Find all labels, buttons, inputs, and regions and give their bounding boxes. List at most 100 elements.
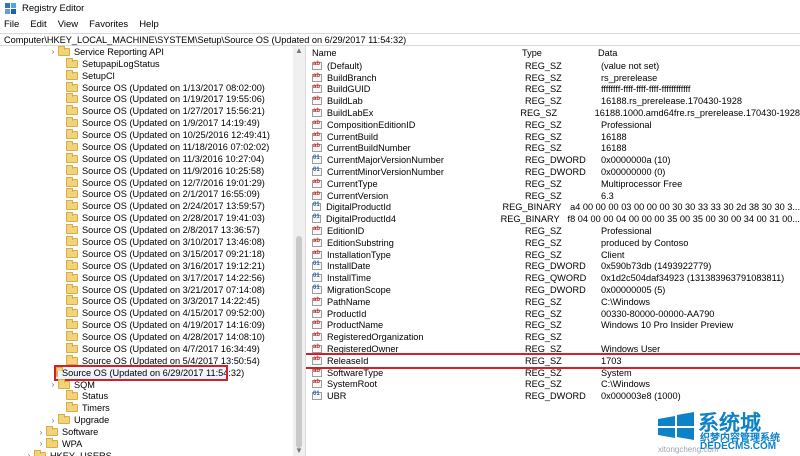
tree-item[interactable]: Source OS (Updated on 10/25/2016 12:49:4… — [56, 129, 270, 141]
value-row[interactable]: CurrentVersion REG_SZ 6.3 — [306, 190, 800, 202]
value-row[interactable]: UBR REG_DWORD 0x000003e8 (1000) — [306, 390, 800, 402]
address-bar[interactable]: Computer\HKEY_LOCAL_MACHINE\SYSTEM\Setup… — [0, 33, 800, 46]
value-row[interactable]: CurrentBuildNumber REG_SZ 16188 — [306, 143, 800, 155]
value-row[interactable]: ProductId REG_SZ 00330-80000-00000-AA790 — [306, 308, 800, 320]
expand-chevron-icon[interactable]: › — [48, 380, 58, 389]
value-row[interactable]: BuildGUID REG_SZ ffffffff-ffff-ffff-ffff-f… — [306, 84, 800, 96]
value-type: REG_DWORD — [525, 391, 586, 402]
column-name[interactable]: Name — [312, 46, 510, 60]
tree-item[interactable]: Source OS (Updated on 2/8/2017 13:36:57) — [56, 224, 260, 236]
scroll-up-icon[interactable]: ▲ — [295, 47, 303, 55]
folder-icon — [66, 307, 78, 318]
tree-item[interactable]: Status — [56, 390, 108, 403]
value-data: 0x00000005 (5) — [601, 285, 666, 296]
value-data: 6.3 — [601, 190, 614, 201]
string-value-icon — [312, 344, 322, 354]
expand-chevron-icon[interactable]: › — [36, 428, 46, 437]
tree-item[interactable]: › HKEY_USERS — [24, 449, 112, 456]
string-value-icon — [312, 250, 322, 259]
value-row[interactable]: CurrentType REG_SZ Multiprocessor Free — [306, 178, 800, 190]
tree-item[interactable]: SetupapiLogStatus — [56, 57, 160, 70]
scroll-down-icon[interactable]: ▼ — [295, 447, 303, 455]
tree-item-selected[interactable]: Source OS (Updated on 6/29/2017 11:54:32… — [54, 364, 244, 381]
tree-item[interactable]: Source OS (Updated on 1/9/2017 14:19:49) — [56, 117, 260, 129]
value-row[interactable]: CurrentBuild REG_SZ 16188 — [306, 131, 800, 143]
tree-item[interactable]: Source OS (Updated on 1/19/2017 19:55:06… — [56, 93, 265, 106]
tree-item-label: Service Reporting API — [74, 46, 164, 57]
expand-chevron-icon[interactable]: › — [36, 439, 46, 448]
tree-scrollbar[interactable]: ▲ ▼ — [293, 46, 305, 456]
menu-file[interactable]: File — [4, 19, 19, 30]
tree-item[interactable]: Source OS (Updated on 2/1/2017 16:55:09) — [56, 188, 260, 201]
watermark-logo: 系统城 织梦内容管理系统 DEDECMS.COM xitongcheng.com — [650, 405, 800, 456]
column-type[interactable]: Type — [522, 46, 598, 60]
value-row[interactable]: SystemRoot REG_SZ C:\Windows — [306, 379, 800, 391]
value-row[interactable]: BuildLab REG_SZ 16188.rs_prerelease.170430… — [306, 95, 800, 107]
tree-item[interactable]: Source OS (Updated on 3/16/2017 19:12:21… — [56, 259, 265, 272]
tree-item[interactable]: SetupCl — [56, 69, 115, 82]
tree-item[interactable]: Source OS (Updated on 11/9/2016 10:25:58… — [56, 164, 264, 177]
tree-item[interactable]: Source OS (Updated on 2/28/2017 19:41:03… — [56, 212, 265, 224]
value-type: REG_SZ — [525, 143, 562, 154]
value-row[interactable]: DigitalProductId4 REG_BINARY f8 04 00 00 0… — [306, 213, 800, 225]
menu-edit[interactable]: Edit — [30, 19, 46, 30]
value-row[interactable]: DigitalProductId REG_BINARY a4 00 00 00 03… — [306, 202, 800, 214]
value-row-highlighted[interactable]: ReleaseId REG_SZ 1703 — [306, 353, 800, 369]
tree-item[interactable]: Source OS (Updated on 12/7/2016 19:01:29… — [56, 176, 265, 189]
menu-favorites[interactable]: Favorites — [89, 19, 128, 30]
folder-icon — [66, 390, 78, 401]
tree-item[interactable]: Source OS (Updated on 11/3/2016 10:27:04… — [56, 152, 264, 165]
value-row[interactable]: ProductName REG_SZ Windows 10 Pro Insider … — [306, 320, 800, 332]
value-row[interactable]: CurrentMajorVersionNumber REG_DWORD 0x0000… — [306, 154, 800, 166]
value-row[interactable]: InstallTime REG_QWORD 0x1d2c504daf34923 (1… — [306, 272, 800, 284]
value-row[interactable]: InstallDate REG_DWORD 0x590b73db (14939227… — [306, 261, 800, 273]
tree-item[interactable]: Source OS (Updated on 1/27/2017 15:56:21… — [56, 105, 265, 117]
value-data: rs_prerelease — [601, 72, 658, 83]
tree-item[interactable]: Source OS (Updated on 4/19/2017 14:16:09… — [56, 319, 265, 331]
value-row[interactable]: (Default) REG_SZ (value not set) — [306, 60, 800, 72]
scroll-thumb[interactable] — [296, 236, 302, 448]
tree-item[interactable]: › Software — [36, 426, 98, 438]
tree-item[interactable]: Source OS (Updated on 5/4/2017 13:50:54) — [56, 354, 260, 367]
tree-item[interactable]: Source OS (Updated on 1/13/2017 08:02:00… — [56, 81, 265, 94]
value-row[interactable]: EditionSubstring REG_SZ produced by Contos… — [306, 237, 800, 249]
tree-item[interactable]: › Service Reporting API — [48, 46, 164, 58]
value-row[interactable]: SoftwareType REG_SZ System — [306, 367, 800, 379]
expand-chevron-icon[interactable]: › — [48, 47, 58, 56]
value-row[interactable]: BuildLabEx REG_SZ 16188.1000.amd64fre.rs_p… — [306, 107, 800, 119]
tree-item[interactable]: Source OS (Updated on 4/15/2017 09:52:00… — [56, 307, 265, 319]
expand-chevron-icon[interactable]: › — [24, 451, 34, 456]
tree-item[interactable]: › WPA — [36, 437, 82, 450]
value-row[interactable]: RegisteredOwner REG_SZ Windows User — [306, 343, 800, 355]
tree-item[interactable]: › SQM — [48, 378, 95, 391]
values-list[interactable]: Name Type Data (Default) REG_SZ (value not… — [306, 46, 800, 456]
menu-help[interactable]: Help — [139, 19, 159, 30]
expand-chevron-icon[interactable]: › — [48, 416, 58, 425]
value-row[interactable]: CompositionEditionID REG_SZ Professional — [306, 119, 800, 131]
tree-item[interactable]: Source OS (Updated on 2/24/2017 13:59:57… — [56, 200, 265, 212]
tree-item[interactable]: Source OS (Updated on 3/10/2017 13:46:08… — [56, 236, 265, 248]
value-row[interactable]: BuildBranch REG_SZ rs_prerelease — [306, 72, 800, 84]
tree-item[interactable]: Source OS (Updated on 11/18/2016 07:02:0… — [56, 140, 269, 153]
tree-item[interactable]: › Upgrade — [48, 414, 109, 426]
tree-item[interactable]: Source OS (Updated on 3/17/2017 14:22:56… — [56, 271, 265, 284]
value-row[interactable]: CurrentMinorVersionNumber REG_DWORD 0x0000… — [306, 166, 800, 178]
tree-item[interactable]: Source OS (Updated on 3/21/2017 07:14:08… — [56, 283, 265, 296]
value-row[interactable]: InstallationType REG_SZ Client — [306, 249, 800, 261]
tree-item[interactable]: Timers — [56, 402, 110, 414]
value-name: InstallDate — [327, 261, 371, 272]
tree-item[interactable]: Source OS (Updated on 3/3/2017 14:22:45) — [56, 295, 260, 307]
tree-item-label: SQM — [74, 379, 95, 390]
tree-item[interactable]: Source OS (Updated on 3/15/2017 09:21:18… — [56, 247, 265, 260]
value-row[interactable]: EditionID REG_SZ Professional — [306, 225, 800, 237]
tree-item[interactable]: Source OS (Updated on 4/7/2017 16:34:49) — [56, 342, 260, 355]
value-row[interactable]: RegisteredOrganization REG_SZ — [306, 331, 800, 343]
value-row[interactable]: PathName REG_SZ C:\Windows — [306, 296, 800, 308]
menu-view[interactable]: View — [58, 19, 78, 30]
string-value-icon — [312, 332, 322, 342]
tree-item[interactable]: Source OS (Updated on 4/28/2017 14:08:10… — [56, 331, 265, 343]
column-data[interactable]: Data — [598, 46, 778, 60]
value-row[interactable]: MigrationScope REG_DWORD 0x00000005 (5) — [306, 284, 800, 296]
key-tree[interactable]: › Service Reporting API SetupapiLogStatus S… — [0, 46, 306, 456]
value-data: 16188 — [601, 131, 627, 142]
